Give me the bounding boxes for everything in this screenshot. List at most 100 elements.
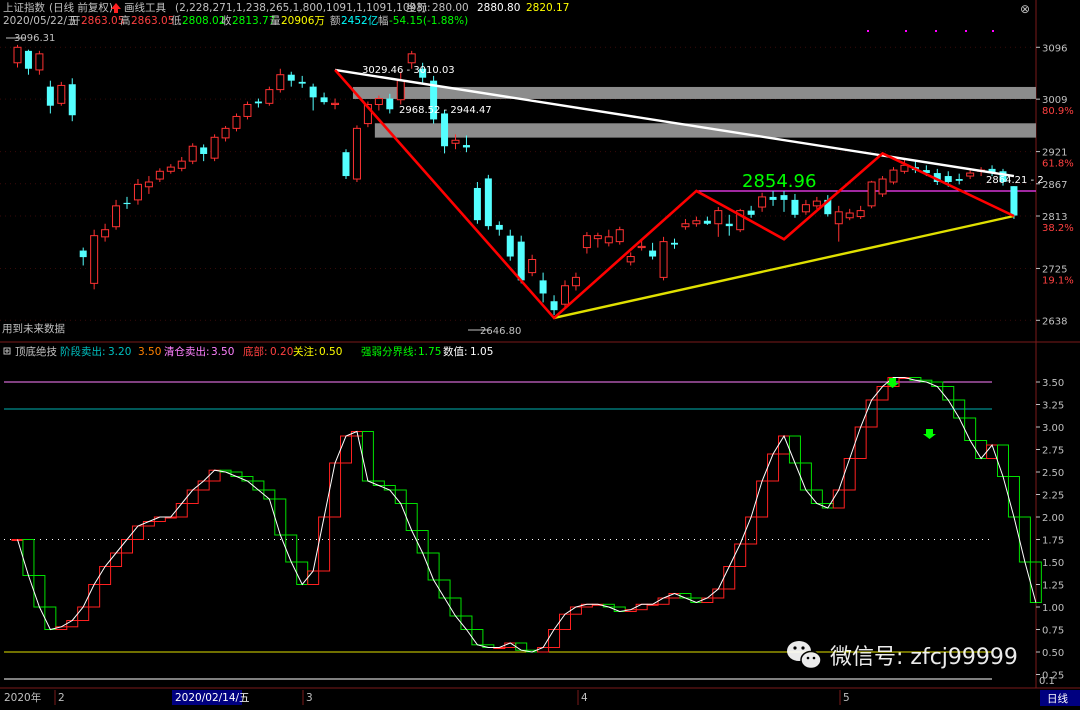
indicator-name: 顶底绝技 bbox=[15, 345, 57, 358]
month-3-label: 3 bbox=[306, 692, 313, 704]
indicator-tick-label: 1.25 bbox=[1042, 581, 1064, 592]
right-edge-label: 2864.21 - 2 bbox=[986, 175, 1044, 186]
param-bottom-label: 底部: bbox=[243, 345, 268, 358]
indicator-tick-label: 2.00 bbox=[1042, 513, 1064, 524]
coord-value-2: 2880.80 bbox=[477, 2, 520, 14]
change-label: 幅 bbox=[378, 14, 389, 27]
close-label: 收 bbox=[221, 14, 232, 27]
candle bbox=[57, 81, 66, 106]
chart-mode: (日线 前复权) bbox=[49, 1, 113, 14]
amount-label: 额 bbox=[330, 14, 341, 27]
indicator-header: 顶底绝技 阶段卖出: 3.20 3.50 清仓卖出: 3.50 底部: 0.20… bbox=[3, 345, 493, 358]
indicator-tick-label: 3.50 bbox=[1042, 378, 1064, 389]
candle bbox=[430, 75, 438, 124]
fib-pct-label: 19.1% bbox=[1042, 275, 1074, 286]
month-2-label: 2 bbox=[58, 692, 65, 704]
volume-value: 20906万 bbox=[281, 15, 325, 27]
indicator-tick-label: 0.75 bbox=[1042, 626, 1064, 637]
high-label: 高 bbox=[120, 14, 131, 27]
candle bbox=[188, 143, 197, 165]
index-name: 上证指数 bbox=[3, 1, 45, 14]
change-value: -54.15(-1.88%) bbox=[389, 15, 468, 27]
param-clear-sell-value: 3.50 bbox=[211, 346, 234, 358]
param-stage-sell-value: 3.20 bbox=[108, 346, 131, 358]
month-5-label: 5 bbox=[843, 692, 850, 704]
draw-tool-params: (2,228,271,1,238,265,1,800,1091,1,1091,1… bbox=[175, 2, 427, 14]
param-watch-value: 0.50 bbox=[319, 346, 342, 358]
close-icon[interactable]: ⊗ bbox=[1020, 2, 1030, 16]
indicator-tick-label: 2.75 bbox=[1042, 446, 1064, 457]
amount-value: 2452亿 bbox=[341, 14, 378, 27]
period-label: 日线 bbox=[1047, 692, 1069, 705]
price-tick-label: 2813 bbox=[1042, 212, 1067, 223]
high-marker: 3096.31 bbox=[6, 33, 55, 44]
candle bbox=[210, 134, 219, 162]
candle bbox=[889, 167, 898, 185]
volume-label: 量 bbox=[270, 15, 281, 27]
param-divide-value: 1.75 bbox=[418, 346, 441, 358]
indicator-tick-label: 2.25 bbox=[1042, 491, 1064, 502]
price-tick-label: 2921 bbox=[1042, 148, 1067, 159]
indicator-tick-label: 0.50 bbox=[1042, 648, 1064, 659]
coord-value: 280.00 bbox=[432, 2, 469, 14]
low-label: 2646.80 bbox=[480, 326, 521, 337]
watermark-text: 微信号: zfcj99999 bbox=[830, 645, 1018, 670]
fib-pct-label: 38.2% bbox=[1042, 223, 1074, 234]
candle bbox=[68, 78, 76, 122]
coord-value-3: 2820.17 bbox=[526, 2, 569, 14]
param-divide-label: 强弱分界线: bbox=[361, 345, 417, 358]
candle bbox=[484, 174, 492, 230]
param-watch-label: 关注: bbox=[293, 345, 318, 358]
indicator-corner-value: 0.1 bbox=[1039, 676, 1055, 687]
future-data-note: 用到未来数据 bbox=[2, 322, 65, 335]
param-stage-sell-label: 阶段卖出: bbox=[60, 345, 106, 358]
price-tick-label: 2638 bbox=[1042, 316, 1067, 327]
candle bbox=[265, 86, 274, 106]
open-label: 开 bbox=[70, 15, 81, 27]
indicator-tick-label: 3.25 bbox=[1042, 401, 1064, 412]
high-label: 3096.31 bbox=[14, 33, 55, 44]
candle bbox=[232, 113, 241, 132]
chart-window: 上证指数 (日线 前复权) 画线工具 (2,228,271,1,238,265,… bbox=[0, 0, 1080, 706]
low-label: 低 bbox=[171, 14, 182, 27]
candle bbox=[243, 101, 252, 120]
low-value: 2808.02 bbox=[182, 15, 225, 27]
month-4-label: 4 bbox=[581, 692, 588, 704]
coord-label: 坐标: bbox=[406, 2, 431, 14]
fib-pct-label: 61.8% bbox=[1042, 159, 1074, 170]
zone1-label: 3029.46 - 3010.03 bbox=[362, 65, 455, 76]
price-tick-label: 2725 bbox=[1042, 264, 1067, 275]
candle bbox=[878, 176, 887, 197]
indicator-tick-label: 1.50 bbox=[1042, 558, 1064, 569]
candle bbox=[659, 236, 668, 281]
candle bbox=[352, 125, 361, 183]
zone2-label: 2968.52 - 2944.47 bbox=[399, 105, 492, 116]
candle bbox=[615, 226, 624, 245]
high-value: 2863.05 bbox=[131, 15, 174, 27]
indicator-tick-label: 1.00 bbox=[1042, 603, 1064, 614]
price-tick-label: 2867 bbox=[1042, 180, 1067, 191]
price-tick-label: 3096 bbox=[1042, 43, 1067, 54]
indicator-tick-label: 2.50 bbox=[1042, 468, 1064, 479]
background bbox=[0, 0, 1080, 706]
fib-pct-label: 80.9% bbox=[1042, 106, 1074, 117]
indicator-tick-label: 1.75 bbox=[1042, 536, 1064, 547]
date-highlight-label: 2020/02/14/五 bbox=[175, 692, 250, 704]
param-bottom-value: 0.20 bbox=[270, 346, 293, 358]
resistance-zone bbox=[374, 123, 1037, 138]
indicator-tick-label: 3.00 bbox=[1042, 423, 1064, 434]
candle bbox=[473, 182, 481, 224]
candle bbox=[90, 229, 99, 290]
param-number-value: 1.05 bbox=[470, 346, 493, 358]
period-tab[interactable]: 日线 bbox=[1040, 690, 1080, 706]
chart-svg[interactable]: 上证指数 (日线 前复权) 画线工具 (2,228,271,1,238,265,… bbox=[0, 0, 1080, 706]
bar-date: 2020/05/22/五 bbox=[3, 15, 78, 27]
param-clear-sell-label: 清仓卖出: bbox=[164, 345, 210, 358]
year-label: 2020年 bbox=[4, 691, 41, 704]
draw-tool-label[interactable]: 画线工具 bbox=[124, 1, 166, 14]
open-value: 2863.05 bbox=[81, 15, 124, 27]
peak-value-label: 2854.96 bbox=[742, 171, 816, 192]
price-tick-label: 3009 bbox=[1042, 95, 1067, 106]
close-value: 2813.77 bbox=[232, 15, 275, 27]
candle bbox=[342, 149, 350, 180]
